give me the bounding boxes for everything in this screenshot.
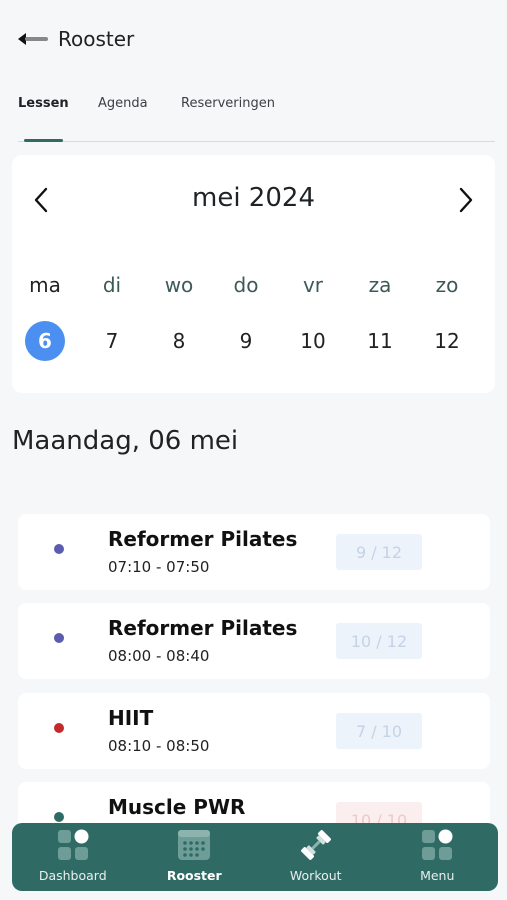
nav-label: Rooster [166,868,222,883]
header: Rooster [16,26,134,52]
lesson-name: HIIT [108,706,154,730]
lesson-spots-badge: 7 / 10 [336,713,422,749]
calendar-month-title: mei 2024 [192,183,315,213]
lesson-color-dot [54,812,64,822]
weekday-label: ma [29,273,61,297]
selected-day-heading: Maandag, 06 mei [12,426,239,456]
lesson-color-dot [54,633,64,643]
date-cell[interactable]: 8 [157,321,201,361]
bottom-navigation: Dashboard Rooster Workout Menu [12,823,498,891]
menu-icon [422,829,453,860]
date-cell[interactable]: 11 [358,321,402,361]
lesson-time: 07:10 - 07:50 [108,558,210,576]
lesson-name: Reformer Pilates [108,527,298,551]
weekday-label: za [368,273,392,297]
lesson-time: 08:10 - 08:50 [108,737,210,755]
back-arrow-icon[interactable] [16,26,50,52]
lesson-color-dot [54,723,64,733]
tab-bar: Lessen Agenda Reserveringen [18,96,495,142]
date-cell[interactable]: 12 [425,321,469,361]
nav-label: Workout [289,868,342,883]
calendar-icon [178,830,211,860]
nav-label: Menu [420,868,455,883]
lesson-spots-badge: 10 / 12 [336,623,422,659]
tab-label: Reserveringen [181,96,275,111]
lesson-color-dot [54,544,64,554]
nav-dashboard[interactable]: Dashboard [12,823,134,891]
tab-reserveringen[interactable]: Reserveringen [181,96,275,140]
lesson-card[interactable]: Reformer Pilates 07:10 - 07:50 9 / 12 [18,514,490,590]
lesson-time: 08:00 - 08:40 [108,647,210,665]
tab-agenda[interactable]: Agenda [98,96,148,140]
lesson-name: Muscle PWR [108,795,246,819]
page-title: Rooster [58,27,135,51]
tab-label: Agenda [98,96,148,111]
date-cell[interactable]: 7 [90,321,134,361]
lesson-name: Reformer Pilates [108,616,298,640]
lesson-spots-badge: 9 / 12 [336,534,422,570]
weekday-label: zo [435,273,459,297]
week-calendar: mei 2024 ma di wo do vr za zo 6 7 8 9 10… [12,155,495,393]
tab-lessen[interactable]: Lessen [18,96,69,142]
date-cell[interactable]: 9 [224,321,268,361]
nav-workout[interactable]: Workout [255,823,377,891]
weekday-label: di [102,273,122,297]
lesson-card[interactable]: Reformer Pilates 08:00 - 08:40 10 / 12 [18,603,490,679]
dashboard-icon [57,829,89,860]
date-cell-selected[interactable]: 6 [25,321,65,361]
nav-menu[interactable]: Menu [377,823,499,891]
dumbbell-icon [300,830,331,860]
weekday-label: vr [302,273,324,297]
lesson-card[interactable]: HIIT 08:10 - 08:50 7 / 10 [18,693,490,769]
tab-label: Lessen [18,96,69,111]
next-month-button[interactable] [451,185,481,215]
date-cell[interactable]: 10 [291,321,335,361]
weekday-label: wo [164,273,194,297]
weekday-label: do [233,273,259,297]
nav-label: Dashboard [38,868,107,883]
nav-rooster[interactable]: Rooster [134,823,256,891]
chevron-right-icon [459,187,473,213]
